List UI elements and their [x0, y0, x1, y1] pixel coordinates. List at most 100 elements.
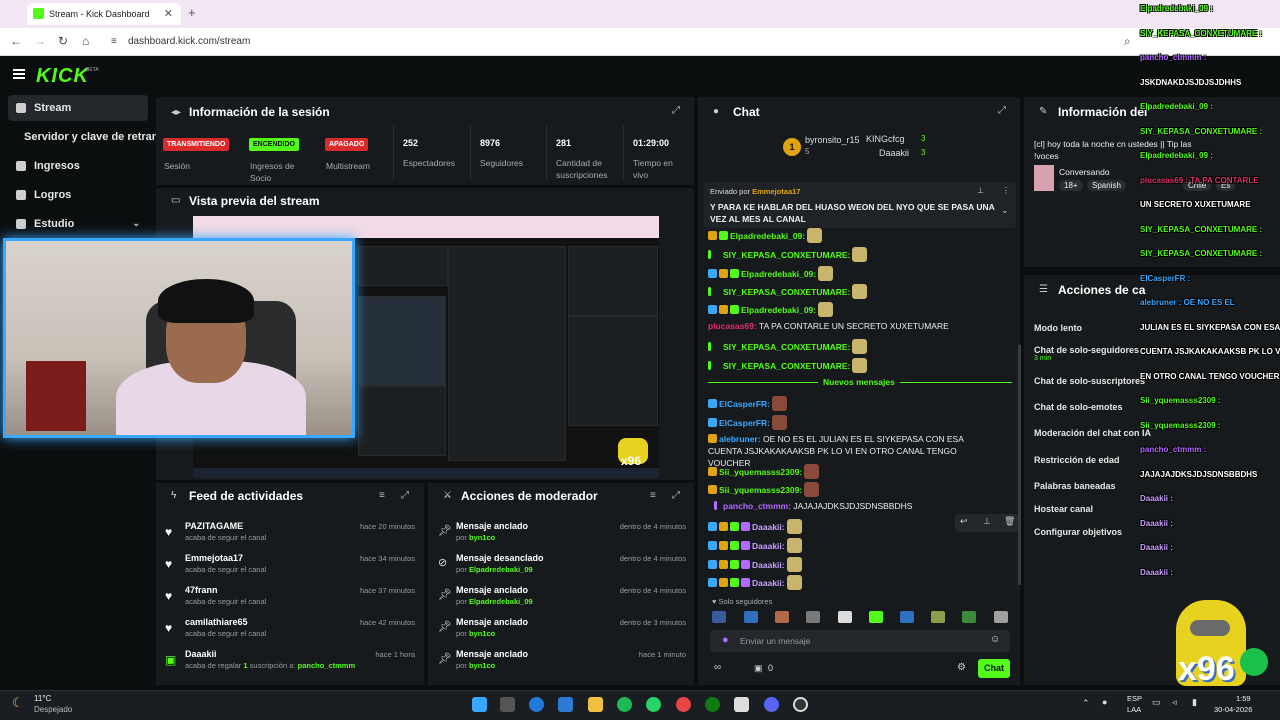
chrome-icon[interactable] — [676, 697, 691, 712]
url-text[interactable]: dashboard.kick.com/stream — [128, 36, 250, 47]
mod-by: por byn1co — [456, 533, 496, 542]
action-emotes-only[interactable]: Chat de solo-emotes — [1034, 402, 1123, 412]
close-tab-icon[interactable]: ✕ — [164, 7, 173, 20]
emote-icon[interactable] — [806, 611, 820, 623]
chevron-down-icon[interactable]: ⌄ — [1001, 205, 1009, 216]
emote-icon[interactable] — [712, 611, 726, 623]
sidebar-item-server-key[interactable]: Servidor y clave de retransm — [8, 124, 174, 150]
sidebar-item-estudio[interactable]: Estudio ⌄ — [8, 211, 148, 237]
feed-user[interactable]: Emmejotaa17 — [185, 553, 243, 563]
store-icon[interactable] — [558, 697, 573, 712]
emote-icon[interactable] — [931, 611, 945, 623]
reply-icon[interactable]: ↩ — [960, 516, 968, 527]
action-age-restriction[interactable]: Restricción de edad — [1034, 455, 1120, 465]
expand-icon[interactable]: ⤢ — [998, 105, 1006, 116]
feed-user[interactable]: Daaakii — [185, 649, 217, 659]
pin-icon[interactable]: ⊥ — [977, 186, 984, 195]
battery-icon[interactable]: ▮ — [1192, 697, 1197, 708]
expand-icon[interactable]: ⤢ — [401, 490, 409, 501]
emote-icon[interactable] — [962, 611, 976, 623]
action-banned-words[interactable]: Palabras baneadas — [1034, 481, 1116, 491]
emote-icon[interactable] — [994, 611, 1008, 623]
edge-icon[interactable] — [529, 697, 544, 712]
search-icon[interactable] — [500, 697, 515, 712]
clock-date[interactable]: 30-04-2026 — [1214, 705, 1252, 714]
chevron-down-icon[interactable]: ⌄ — [132, 218, 140, 229]
overlay-chat-line: JULIAN ES EL SIYKEPASA CON ESA — [1140, 322, 1280, 332]
reload-icon[interactable]: ↻ — [58, 34, 68, 48]
zoom-icon[interactable]: ⌕ — [1124, 34, 1131, 49]
lang-indicator[interactable]: ESP — [1127, 694, 1142, 703]
infinity-icon[interactable]: ∞ — [714, 662, 721, 673]
tag[interactable]: 18+ — [1059, 180, 1083, 191]
menu-icon[interactable] — [13, 69, 25, 79]
lang-indicator-2[interactable]: LAA — [1127, 705, 1141, 714]
webcam-overlay — [3, 238, 355, 438]
whatsapp-icon[interactable] — [646, 697, 661, 712]
site-info-icon[interactable]: ≡ — [111, 36, 117, 47]
action-host-channel[interactable]: Hostear canal — [1034, 504, 1093, 514]
mic-icon[interactable]: ● — [722, 634, 729, 646]
top-gifter-name[interactable]: byronsito_r15 — [805, 135, 860, 145]
clock-time[interactable]: 1:59 — [1236, 694, 1251, 703]
emote-icon[interactable] — [744, 611, 758, 623]
settings-icon[interactable]: ⚙ — [957, 662, 966, 673]
start-icon[interactable] — [472, 697, 487, 712]
gifter-name[interactable]: KINGcfcg — [866, 134, 905, 144]
delete-icon[interactable]: 🗑︎ — [1004, 516, 1015, 527]
spotify-icon[interactable] — [617, 697, 632, 712]
emote-icon[interactable] — [838, 611, 852, 623]
filter-icon[interactable]: ≡ — [379, 490, 385, 501]
chat-message: Daaakii: — [708, 538, 802, 553]
send-chat-button[interactable]: Chat — [978, 659, 1010, 678]
chat-input-placeholder[interactable]: Enviar un mensaje — [740, 636, 810, 646]
wrench-icon: ✎ — [1039, 106, 1048, 117]
new-tab-icon[interactable]: + — [188, 5, 196, 20]
capture-icon[interactable] — [734, 697, 749, 712]
tag[interactable]: Spanish — [1087, 180, 1126, 191]
back-icon[interactable]: ← — [10, 34, 22, 48]
obs-icon[interactable] — [793, 697, 808, 712]
folder-icon[interactable] — [588, 697, 603, 712]
mod-action: Mensaje anclado — [456, 617, 529, 627]
forward-icon[interactable]: → — [34, 34, 46, 48]
chat-message: ElCasperFR: — [708, 396, 788, 411]
mic-tray-icon[interactable]: ● — [1102, 697, 1107, 707]
gifter-name[interactable]: Daaakii — [879, 148, 909, 158]
xbox-icon[interactable] — [705, 697, 720, 712]
filter-icon[interactable]: ≡ — [650, 490, 656, 501]
emote-icon[interactable] — [900, 611, 914, 623]
pin-icon[interactable]: ⊥ — [983, 516, 991, 527]
expand-icon[interactable]: ⤢ — [672, 490, 680, 501]
action-subs-only[interactable]: Chat de solo-suscriptores — [1034, 376, 1145, 386]
feed-user[interactable]: PAZITAGAME — [185, 521, 243, 531]
category-name[interactable]: Conversando — [1059, 167, 1110, 177]
action-set-goals[interactable]: Configurar objetivos — [1034, 527, 1122, 537]
feed-user[interactable]: 47frann — [185, 585, 218, 595]
expand-icon[interactable]: ⤢ — [672, 105, 680, 116]
sidebar-item-logros[interactable]: Logros — [8, 182, 148, 208]
sidebar-item-label: Ingresos — [34, 160, 80, 172]
chat-message: plucasas69: TA PA CONTARLE UN SECRETO XU… — [708, 321, 949, 331]
overlay-chat-line: Sii_yquemasss2309 : — [1140, 420, 1221, 430]
network-icon[interactable]: ▭ — [1152, 697, 1161, 708]
feed-user[interactable]: camilathiare65 — [185, 617, 248, 627]
chevron-up-icon[interactable]: ⌃ — [1082, 698, 1090, 709]
sidebar-item-stream[interactable]: Stream — [8, 95, 148, 121]
chat-message: SIY_KEPASA_CONXETUMARE: — [708, 339, 868, 354]
more-icon[interactable]: ⋮ — [1002, 186, 1010, 195]
emote-icon[interactable] — [869, 611, 883, 623]
emoji-icon[interactable]: ☺ — [990, 634, 1000, 645]
discord-icon[interactable] — [764, 697, 779, 712]
action-slow-mode[interactable]: Modo lento — [1034, 323, 1082, 333]
chat-scrollbar[interactable] — [1018, 345, 1021, 585]
emote-icon[interactable] — [775, 611, 789, 623]
sidebar-item-ingresos[interactable]: Ingresos — [8, 153, 148, 179]
home-icon[interactable]: ⌂ — [82, 34, 89, 48]
mod-time: hace 1 minuto — [638, 650, 686, 659]
kick-logo[interactable]: KICK — [36, 65, 89, 88]
volume-icon[interactable]: ◃ — [1172, 697, 1177, 708]
browser-tab[interactable]: Stream - Kick Dashboard ✕ — [27, 3, 181, 25]
action-ai-moderation[interactable]: Moderación del chat con IA — [1034, 428, 1151, 438]
action-followers-only[interactable]: Chat de solo-seguidores — [1034, 345, 1139, 355]
